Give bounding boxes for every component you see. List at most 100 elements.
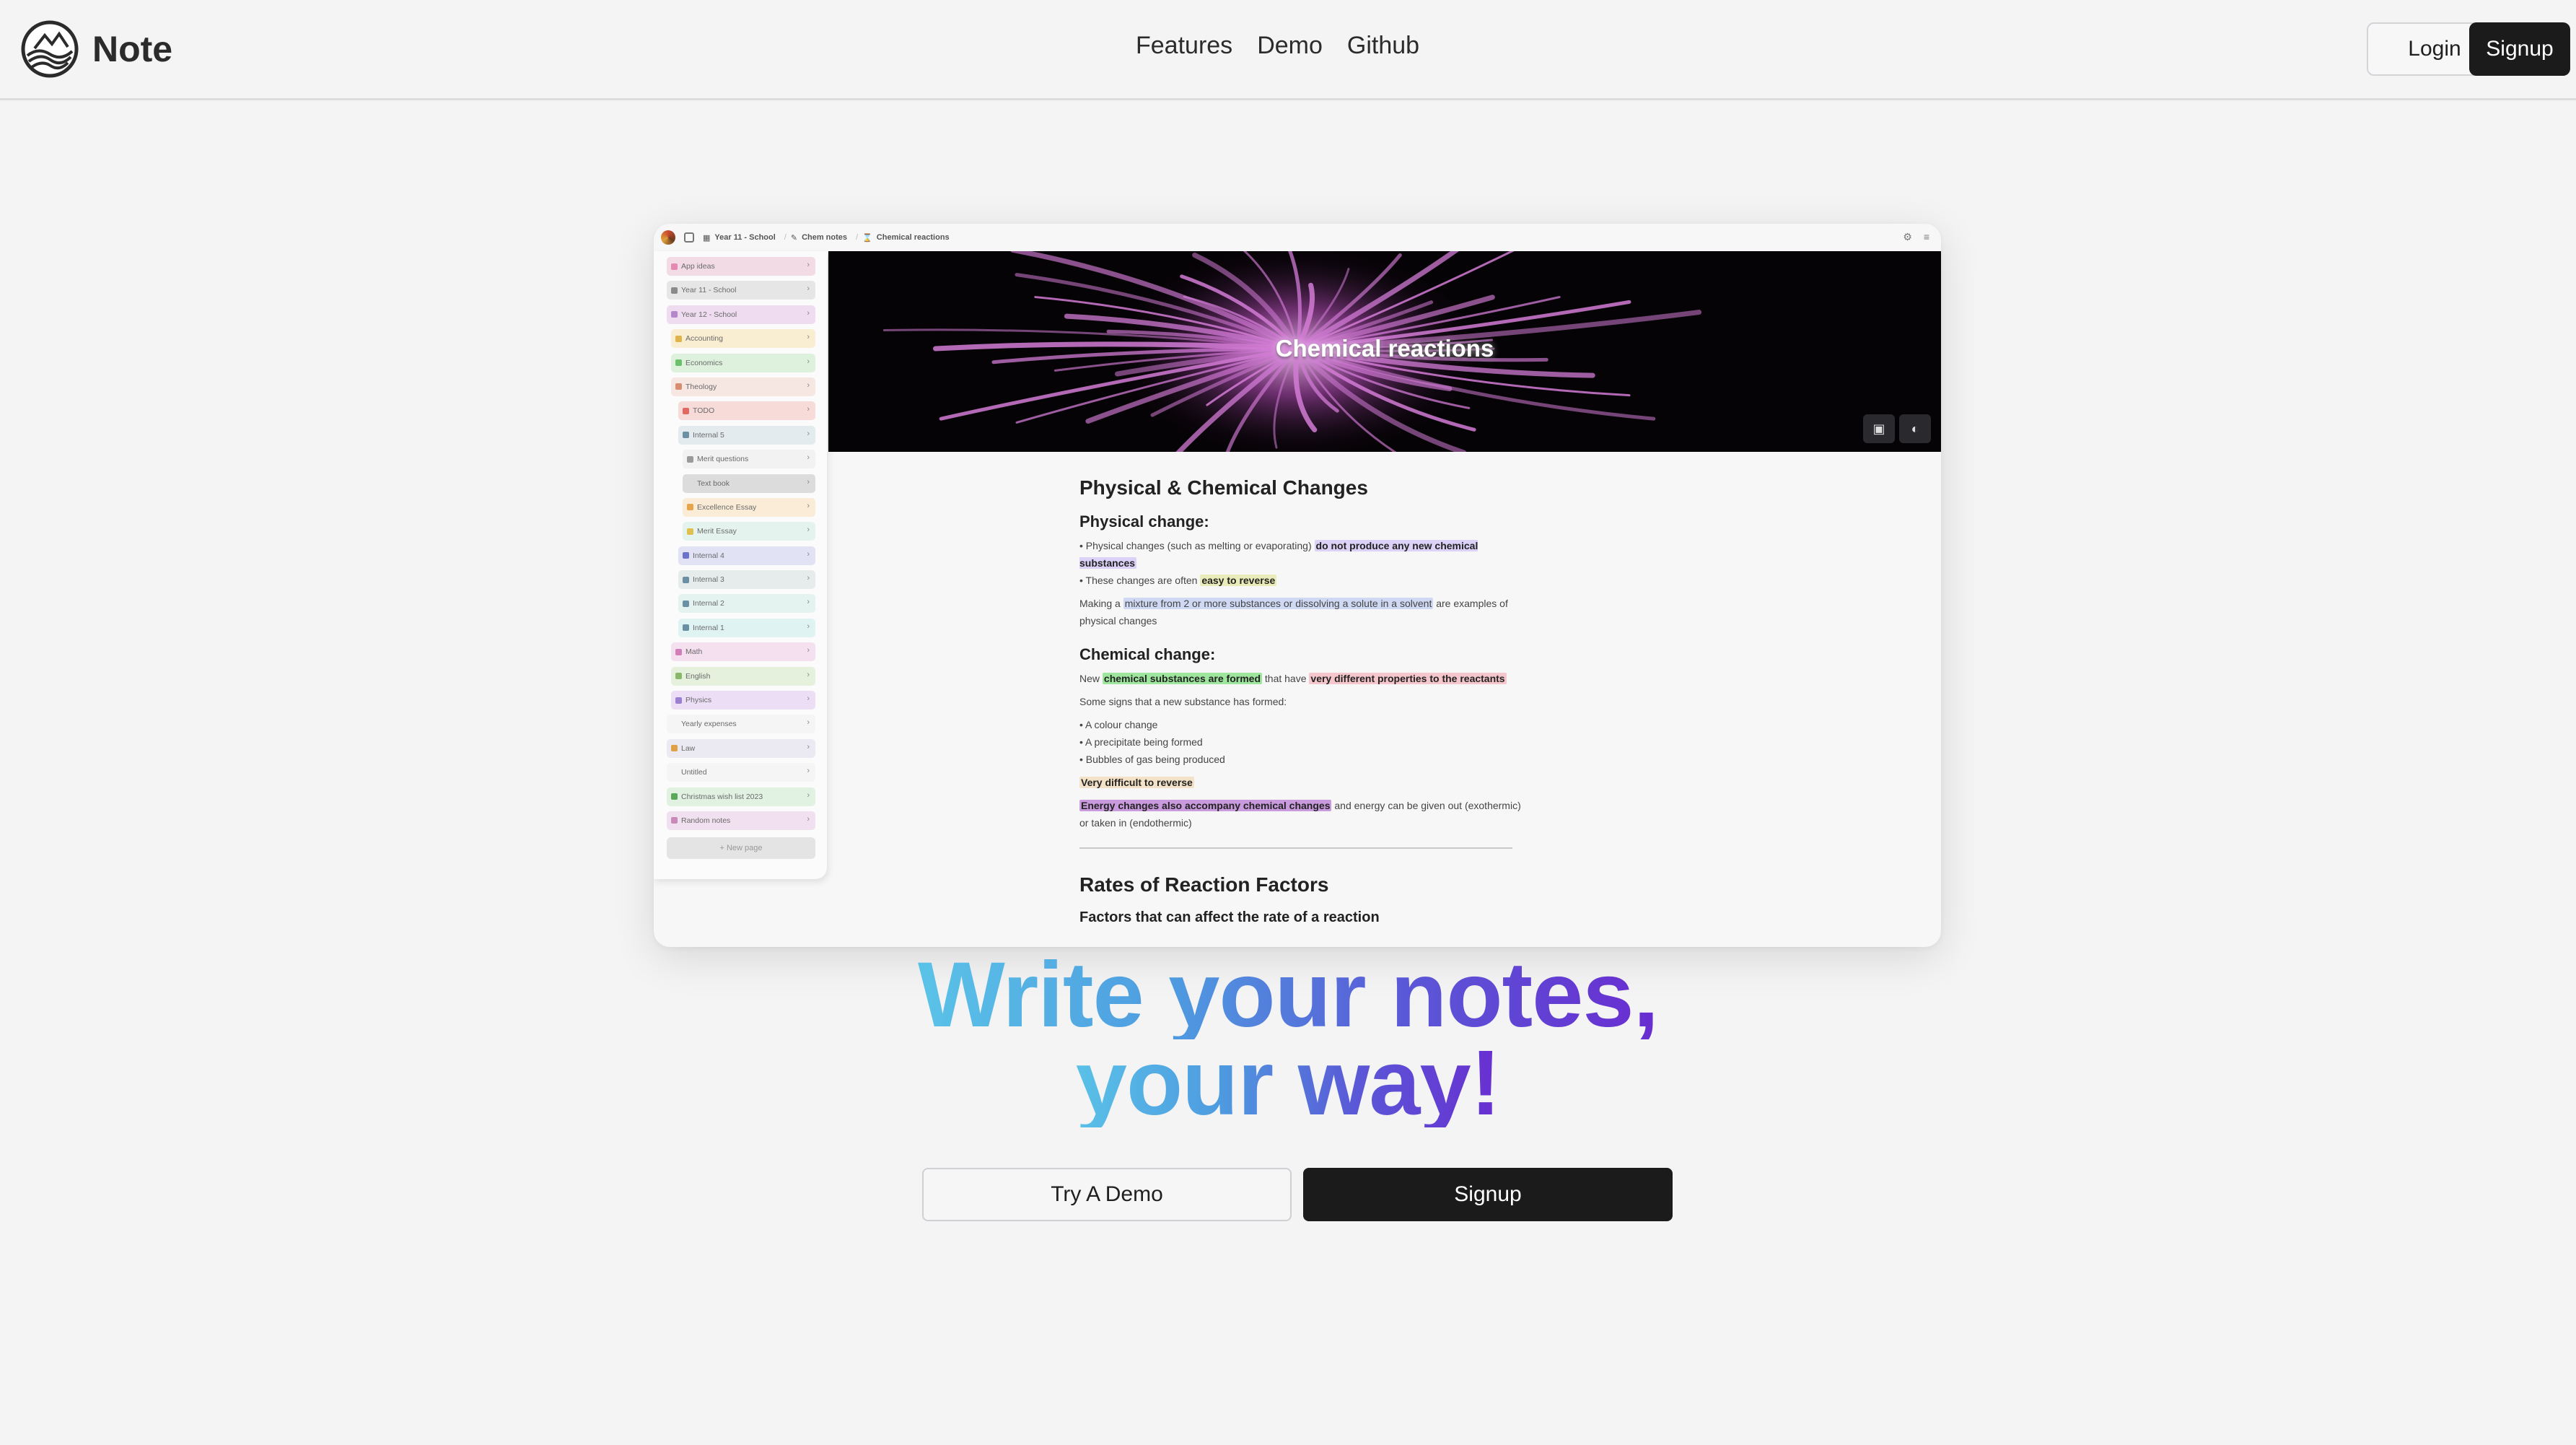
chevron-right-icon[interactable]: › xyxy=(807,429,810,438)
chevron-right-icon[interactable]: › xyxy=(807,767,810,775)
nav-link-github[interactable]: Github xyxy=(1347,32,1419,60)
sidebar-item[interactable]: Merit questions › xyxy=(683,450,815,469)
sidebar-item[interactable]: Internal 2 › xyxy=(678,594,815,614)
chevron-right-icon[interactable]: › xyxy=(807,357,810,366)
page-emoji-icon xyxy=(675,697,682,704)
sidebar-item-label: Year 11 - School xyxy=(681,286,737,295)
hero-line-2: your way! xyxy=(1061,1037,1515,1130)
nav-link-features[interactable]: Features xyxy=(1136,32,1232,60)
sidebar-item-label: Christmas wish list 2023 xyxy=(681,792,763,801)
sidebar-item[interactable]: Internal 5 › xyxy=(678,425,815,445)
sidebar-item[interactable]: Law › xyxy=(667,738,815,758)
doc-heading: Physical & Chemical Changes xyxy=(1079,476,1368,499)
page-emoji-icon xyxy=(671,720,678,728)
breadcrumb-item: Chemical reactions xyxy=(876,233,950,242)
page-emoji-icon xyxy=(675,359,682,367)
sidebar-item[interactable]: Internal 4 › xyxy=(678,546,815,565)
doc-subheading: Factors that can affect the rate of a re… xyxy=(1079,909,1380,925)
chevron-right-icon[interactable]: › xyxy=(807,309,810,318)
chevron-right-icon[interactable]: › xyxy=(807,718,810,727)
document-body: Physical & Chemical Changes Physical cha… xyxy=(1079,476,1527,932)
sidebar-item[interactable]: Internal 3 › xyxy=(678,570,815,590)
sidebar-item-label: Merit questions xyxy=(697,455,749,464)
sidebar-item[interactable]: English › xyxy=(671,666,815,686)
chevron-right-icon[interactable]: › xyxy=(807,646,810,655)
breadcrumb-item: Chem notes xyxy=(802,233,848,242)
sidebar-item[interactable]: Math › xyxy=(671,642,815,662)
chevron-right-icon[interactable]: › xyxy=(807,791,810,800)
chevron-right-icon[interactable]: › xyxy=(807,333,810,341)
nav-link-demo[interactable]: Demo xyxy=(1257,32,1323,60)
page-emoji-icon xyxy=(671,311,678,318)
chevron-right-icon[interactable]: › xyxy=(807,598,810,606)
page-emoji-icon xyxy=(683,624,689,632)
sidebar-item[interactable]: Untitled › xyxy=(667,763,815,782)
signup-button-header[interactable]: Signup xyxy=(2469,22,2570,76)
page-emoji-icon xyxy=(671,745,678,752)
sidebar-item[interactable]: Random notes › xyxy=(667,811,815,830)
sidebar-item-label: Excellence Essay xyxy=(697,502,757,512)
page-emoji-icon xyxy=(671,793,678,800)
sidebar-item[interactable]: Economics › xyxy=(671,353,815,372)
sidebar-item[interactable]: App ideas › xyxy=(667,257,815,276)
sidebar-item-label: App ideas xyxy=(681,262,715,271)
chevron-right-icon[interactable]: › xyxy=(807,284,810,293)
chevron-right-icon[interactable]: › xyxy=(807,574,810,582)
try-demo-button[interactable]: Try A Demo xyxy=(922,1168,1292,1221)
chevron-right-icon[interactable]: › xyxy=(807,405,810,414)
sidebar-item[interactable]: Excellence Essay › xyxy=(683,497,815,517)
palette-icon[interactable]: ◐ xyxy=(1899,414,1931,443)
sidebar-item[interactable]: Year 11 - School › xyxy=(667,281,815,300)
page-emoji-icon xyxy=(687,504,693,511)
sidebar-item[interactable]: Yearly expenses › xyxy=(667,715,815,734)
chevron-right-icon[interactable]: › xyxy=(807,622,810,631)
new-page-button[interactable]: + New page xyxy=(667,837,815,859)
sidebar-item-label: Year 12 - School xyxy=(681,310,737,319)
sidebar-item-label: English xyxy=(685,671,711,681)
sidebar-item-label: Merit Essay xyxy=(697,527,737,536)
doc-subheading: Chemical change: xyxy=(1079,645,1216,663)
sidebar-item[interactable]: TODO › xyxy=(678,401,815,421)
chevron-right-icon[interactable]: › xyxy=(807,743,810,751)
brand[interactable]: Note xyxy=(20,19,172,79)
main-nav: Features Demo Github xyxy=(1136,32,1419,60)
divider xyxy=(1079,847,1512,849)
chevron-right-icon[interactable]: › xyxy=(807,261,810,269)
avatar xyxy=(661,230,675,245)
sidebar-item[interactable]: Internal 1 › xyxy=(678,618,815,637)
chevron-right-icon[interactable]: › xyxy=(807,502,810,510)
sidebar-item-label: Untitled xyxy=(681,768,707,777)
chevron-right-icon[interactable]: › xyxy=(807,478,810,486)
sidebar-item[interactable]: Accounting › xyxy=(671,329,815,349)
doc-bullet: • Bubbles of gas being produced xyxy=(1079,754,1225,765)
doc-bullet: • These changes are often easy to revers… xyxy=(1079,575,1277,586)
sidebar-item-label: Yearly expenses xyxy=(681,720,737,729)
sidebar-item[interactable]: Physics › xyxy=(671,691,815,710)
sidebar-item[interactable]: Year 12 - School › xyxy=(667,305,815,324)
page-emoji-icon xyxy=(675,673,682,680)
page-emoji-icon xyxy=(671,769,678,776)
chevron-right-icon[interactable]: › xyxy=(807,815,810,824)
cover-image: Chemical reactions ▣ ◐ xyxy=(828,251,1941,452)
chevron-right-icon[interactable]: › xyxy=(807,550,810,559)
page-emoji-icon xyxy=(671,817,678,824)
doc-paragraph: Very difficult to reverse xyxy=(1079,774,1527,791)
sidebar-item-label: Internal 2 xyxy=(693,599,724,608)
chevron-right-icon[interactable]: › xyxy=(807,453,810,462)
sidebar-item-label: Internal 1 xyxy=(693,623,724,632)
chevron-right-icon[interactable]: › xyxy=(807,381,810,390)
sidebar-item[interactable]: Christmas wish list 2023 › xyxy=(667,787,815,806)
chevron-right-icon[interactable]: › xyxy=(807,525,810,534)
signup-button[interactable]: Signup xyxy=(1303,1168,1673,1221)
doc-paragraph: Some signs that a new substance has form… xyxy=(1079,696,1287,707)
chevron-right-icon[interactable]: › xyxy=(807,671,810,679)
sidebar-item[interactable]: Merit Essay › xyxy=(683,522,815,541)
page-emoji-icon xyxy=(683,576,689,583)
top-navbar: Note Features Demo Github Login Signup xyxy=(0,0,2576,100)
sidebar-item[interactable]: Theology › xyxy=(671,377,815,396)
chevron-right-icon[interactable]: › xyxy=(807,694,810,703)
page-emoji-icon xyxy=(683,407,689,414)
sidebar-item[interactable]: Text book › xyxy=(683,473,815,493)
cover-title: Chemical reactions xyxy=(1275,335,1494,362)
image-icon[interactable]: ▣ xyxy=(1863,414,1895,443)
